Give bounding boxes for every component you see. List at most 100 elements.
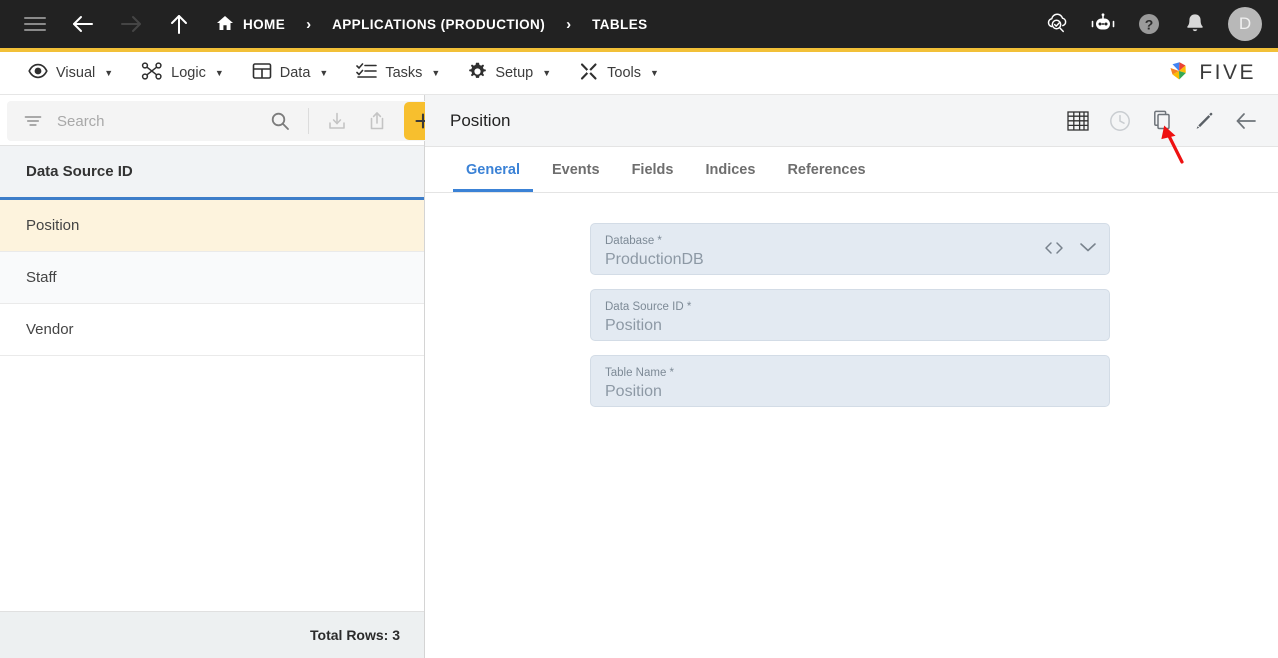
table-name-field-label: Table Name *	[605, 367, 675, 379]
checklist-icon	[356, 62, 378, 84]
history-clock-icon[interactable]	[1106, 107, 1134, 135]
database-field-label: Database *	[605, 235, 662, 247]
table-detail-panel: Position General Events Fields Indices R…	[425, 95, 1278, 658]
toolbar-divider	[308, 108, 309, 134]
breadcrumb-label-applications: APPLICATIONS (PRODUCTION)	[332, 16, 546, 32]
total-rows-label: Total Rows: 3	[310, 627, 400, 643]
menu-label-data: Data	[279, 65, 311, 81]
tab-label: Indices	[705, 161, 756, 178]
search-input[interactable]	[57, 112, 256, 130]
export-upload-icon[interactable]	[361, 105, 393, 137]
data-source-rows: Position Staff Vendor	[0, 200, 424, 611]
list-item-label: Staff	[26, 269, 57, 286]
import-download-icon[interactable]	[321, 105, 353, 137]
page-title: Position	[450, 110, 511, 130]
breadcrumb: HOME › APPLICATIONS (PRODUCTION) › TABLE…	[214, 15, 650, 34]
database-field-value: ProductionDB	[605, 251, 704, 268]
menu-item-visual[interactable]: Visual ▼	[14, 52, 127, 94]
application-menu-bar: Visual ▼ Logic ▼ Data ▼ Tasks ▼ Setup ▼ …	[0, 52, 1278, 95]
breadcrumb-separator: ›	[306, 15, 312, 33]
home-icon	[216, 15, 234, 34]
tab-label: References	[787, 161, 866, 178]
five-logo-text: FIVE	[1199, 61, 1256, 84]
avatar[interactable]: D	[1228, 7, 1262, 41]
data-source-list-panel: Data Source ID Position Staff Vendor Tot…	[0, 95, 448, 658]
search-icon[interactable]	[264, 105, 296, 137]
node-graph-icon	[141, 62, 163, 84]
notification-bell-icon[interactable]	[1178, 7, 1212, 41]
list-item-vendor[interactable]: Vendor	[0, 304, 424, 356]
menu-label-tasks: Tasks	[385, 65, 423, 81]
tab-references[interactable]: References	[771, 147, 881, 192]
menu-item-tools[interactable]: Tools ▼	[565, 52, 673, 94]
table-grid-icon[interactable]	[1064, 107, 1092, 135]
table-name-field-value: Position	[605, 383, 662, 400]
menu-label-setup: Setup	[495, 65, 534, 81]
edit-pencil-icon[interactable]	[1190, 107, 1218, 135]
data-source-id-field-value: Position	[605, 317, 662, 334]
help-question-icon[interactable]: ?	[1132, 7, 1166, 41]
gear-icon	[468, 62, 487, 85]
topbar-actions: ? D	[1040, 7, 1262, 41]
tab-indices[interactable]: Indices	[689, 147, 771, 192]
menu-item-data[interactable]: Data ▼	[238, 52, 343, 94]
copy-duplicate-icon[interactable]	[1148, 107, 1176, 135]
tab-label: Events	[552, 161, 600, 178]
wrench-screwdriver-icon	[579, 62, 599, 85]
arrow-up-icon[interactable]	[162, 7, 196, 41]
list-item-label: Vendor	[26, 321, 74, 338]
breadcrumb-item-tables[interactable]: TABLES	[590, 17, 649, 32]
arrow-left-icon[interactable]	[66, 7, 100, 41]
tab-fields[interactable]: Fields	[616, 147, 690, 192]
tab-events[interactable]: Events	[536, 147, 616, 192]
chevron-down-icon: ▼	[650, 68, 659, 78]
general-form: Database * ProductionDB Data Source ID *…	[425, 193, 1278, 658]
grid-table-icon	[252, 62, 272, 84]
nav-button-group	[18, 7, 196, 41]
back-arrow-icon[interactable]	[1232, 107, 1260, 135]
menu-item-logic[interactable]: Logic ▼	[127, 52, 238, 94]
column-header-label: Data Source ID	[26, 163, 133, 180]
filter-icon[interactable]	[17, 105, 49, 137]
list-toolbar	[0, 95, 448, 145]
chevron-down-icon[interactable]	[1079, 240, 1097, 258]
list-item-label: Position	[26, 217, 80, 234]
main-content: Data Source ID Position Staff Vendor Tot…	[0, 95, 1278, 658]
hamburger-icon[interactable]	[18, 7, 52, 41]
menu-item-tasks[interactable]: Tasks ▼	[342, 52, 454, 94]
chevron-down-icon: ▼	[214, 68, 224, 78]
chevron-down-icon: ▼	[431, 68, 441, 78]
code-brackets-icon[interactable]	[1043, 241, 1065, 258]
list-column-header[interactable]: Data Source ID	[0, 145, 424, 200]
list-item-position[interactable]: Position	[0, 200, 424, 252]
tab-label: General	[466, 161, 520, 178]
menu-label-logic: Logic	[171, 65, 206, 81]
five-logo: FIVE	[1166, 58, 1264, 89]
detail-tabs: General Events Fields Indices References	[425, 147, 1278, 193]
data-source-id-field-label: Data Source ID *	[605, 301, 692, 313]
list-item-staff[interactable]: Staff	[0, 252, 424, 304]
total-rows-footer: Total Rows: 3	[0, 611, 424, 658]
search-box[interactable]	[7, 101, 448, 141]
five-pinwheel-icon	[1166, 58, 1192, 89]
top-navigation-bar: HOME › APPLICATIONS (PRODUCTION) › TABLE…	[0, 0, 1278, 52]
table-name-field[interactable]: Table Name * Position	[590, 355, 1110, 407]
breadcrumb-label-tables: TABLES	[592, 16, 648, 32]
data-source-id-field[interactable]: Data Source ID * Position	[590, 289, 1110, 341]
tab-label: Fields	[631, 161, 674, 178]
menu-item-setup[interactable]: Setup ▼	[454, 52, 565, 94]
breadcrumb-item-home[interactable]: HOME	[214, 15, 287, 34]
detail-header: Position	[425, 95, 1278, 147]
arrow-right-icon	[114, 7, 148, 41]
chevron-down-icon: ▼	[319, 68, 329, 78]
svg-text:?: ?	[1145, 16, 1154, 32]
accent-divider	[0, 48, 1278, 52]
breadcrumb-item-applications[interactable]: APPLICATIONS (PRODUCTION)	[330, 17, 547, 32]
tab-general[interactable]: General	[450, 147, 536, 192]
database-field[interactable]: Database * ProductionDB	[590, 223, 1110, 275]
menu-label-visual: Visual	[56, 65, 96, 81]
chevron-down-icon: ▼	[104, 68, 114, 78]
cloud-check-search-icon[interactable]	[1040, 7, 1074, 41]
eye-icon	[28, 63, 48, 83]
robot-assistant-icon[interactable]	[1086, 7, 1120, 41]
